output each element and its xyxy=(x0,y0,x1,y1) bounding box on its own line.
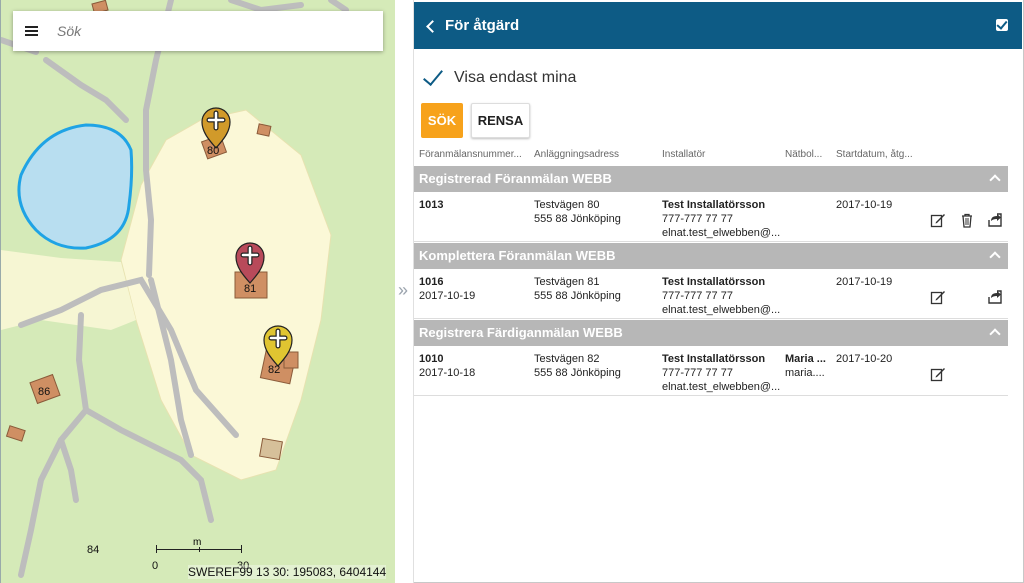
table-row[interactable]: 1013 Testvägen 80 555 88 Jönköping Test … xyxy=(414,192,1008,242)
house-label: 80 xyxy=(207,145,220,157)
map-canvas[interactable] xyxy=(1,0,397,583)
lake xyxy=(17,123,134,250)
header-checkbox-icon[interactable] xyxy=(996,19,1008,31)
house-label: 81 xyxy=(244,283,257,295)
group-header[interactable]: Registrera Färdiganmälan WEBB xyxy=(414,320,1008,346)
column-header-start[interactable]: Startdatum, åtg... xyxy=(836,149,926,160)
map-search-box xyxy=(13,11,383,51)
group-title: Komplettera Föranmälan WEBB xyxy=(419,248,616,263)
action-panel: För åtgärd Visa endast mina SÖK RENSA Fö… xyxy=(414,0,1024,583)
edit-icon[interactable] xyxy=(930,366,946,382)
map-search-input[interactable] xyxy=(57,16,377,46)
scale-start-label: 0 xyxy=(152,560,159,572)
trash-icon[interactable] xyxy=(959,212,975,228)
house-label: 86 xyxy=(38,386,51,398)
search-button[interactable]: SÖK xyxy=(421,103,463,138)
coordinate-readout: SWEREF99 13 30: 195083, 6404144 xyxy=(188,565,387,579)
row-network-email: maria.... xyxy=(785,367,825,379)
row-number: 1010 xyxy=(419,353,444,365)
row-installer-email: elnat.test_elwebben@... xyxy=(662,227,781,239)
row-installer-phone: 777-777 77 77 xyxy=(662,367,733,379)
row-start-date: 2017-10-19 xyxy=(836,199,893,211)
table-row[interactable]: 1016 2017-10-19 Testvägen 81 555 88 Jönk… xyxy=(414,269,1008,319)
chevron-left-icon xyxy=(426,19,439,33)
column-header-address[interactable]: Anläggningsadress xyxy=(534,149,654,160)
map-scale-bar: m xyxy=(156,537,244,554)
row-installer-phone: 777-777 77 77 xyxy=(662,290,733,302)
group-header[interactable]: Registrerad Föranmälan WEBB xyxy=(414,166,1008,192)
forward-icon[interactable] xyxy=(987,212,1003,228)
chevron-up-icon[interactable] xyxy=(989,251,1001,263)
row-installer-phone: 777-777 77 77 xyxy=(662,213,733,225)
chevron-up-icon[interactable] xyxy=(989,174,1001,186)
row-date: 2017-10-19 xyxy=(419,290,476,302)
row-address-street: Testvägen 80 xyxy=(534,199,600,211)
row-start-date: 2017-10-20 xyxy=(836,353,893,365)
column-header-network[interactable]: Nätbol... xyxy=(785,149,831,160)
row-address-city: 555 88 Jönköping xyxy=(534,367,621,379)
hamburger-menu-icon[interactable] xyxy=(13,11,49,51)
checkmark-icon xyxy=(420,66,444,90)
map-view[interactable]: 80 81 82 86 84 m 0 30 SWEREF99 13 30: 19… xyxy=(0,0,397,583)
row-installer-name: Test Installatörsson xyxy=(662,199,766,211)
table-header: Föranmälansnummer... Anläggningsadress I… xyxy=(414,149,1008,163)
group-title: Registrerad Föranmälan WEBB xyxy=(419,171,612,186)
row-address-street: Testvägen 81 xyxy=(534,276,600,288)
row-address-city: 555 88 Jönköping xyxy=(534,290,621,302)
chevron-up-icon[interactable] xyxy=(989,328,1001,340)
row-address-city: 555 88 Jönköping xyxy=(534,213,621,225)
column-header-number[interactable]: Föranmälansnummer... xyxy=(419,149,531,160)
row-installer-name: Test Installatörsson xyxy=(662,276,766,288)
only-mine-label: Visa endast mina xyxy=(454,69,577,86)
house-label: 82 xyxy=(268,364,281,376)
collapse-panel-icon[interactable]: » xyxy=(394,278,412,302)
panel-header: För åtgärd xyxy=(414,2,1022,49)
group-header[interactable]: Komplettera Föranmälan WEBB xyxy=(414,243,1008,269)
only-mine-toggle[interactable]: Visa endast mina xyxy=(420,66,576,90)
row-installer-email: elnat.test_elwebben@... xyxy=(662,381,781,393)
column-header-installer[interactable]: Installatör xyxy=(662,149,782,160)
row-network-contact: Maria ... xyxy=(785,353,826,365)
table-row[interactable]: 1010 2017-10-18 Testvägen 82 555 88 Jönk… xyxy=(414,346,1008,396)
row-date: 2017-10-18 xyxy=(419,367,476,379)
row-number: 1013 xyxy=(419,199,444,211)
row-installer-name: Test Installatörsson xyxy=(662,353,766,365)
row-number: 1016 xyxy=(419,276,444,288)
row-start-date: 2017-10-19 xyxy=(836,276,893,288)
row-installer-email: elnat.test_elwebben@... xyxy=(662,304,781,316)
row-address-street: Testvägen 82 xyxy=(534,353,600,365)
group-title: Registrera Färdiganmälan WEBB xyxy=(419,325,623,340)
forward-icon[interactable] xyxy=(987,289,1003,305)
panel-title: För åtgärd xyxy=(445,17,520,34)
edit-icon[interactable] xyxy=(930,289,946,305)
edit-icon[interactable] xyxy=(930,212,946,228)
clear-button[interactable]: RENSA xyxy=(471,103,530,138)
scale-unit: m xyxy=(193,537,202,548)
house-label: 84 xyxy=(87,544,100,556)
back-button[interactable]: För åtgärd xyxy=(426,17,520,34)
